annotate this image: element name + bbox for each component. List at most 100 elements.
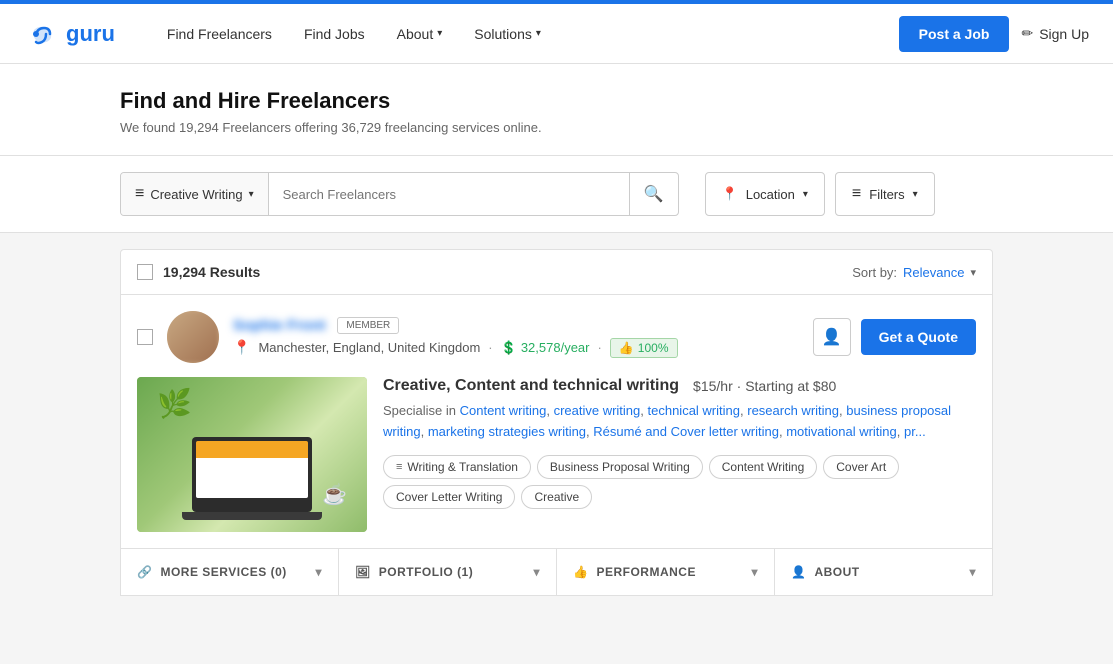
freelancer-info: Sophie Front MEMBER 📍 Manchester, Englan… [233, 317, 813, 358]
tag-cover-art[interactable]: Cover Art [823, 455, 899, 479]
resume-link[interactable]: Résumé and Cover letter writing [593, 424, 779, 439]
results-header: 19,294 Results Sort by: Relevance ▾ [120, 249, 993, 295]
header-actions: Post a Job ✏ Sign Up [899, 16, 1089, 52]
person-icon: 👤 [791, 565, 806, 579]
research-writing-link[interactable]: research writing [747, 403, 839, 418]
about-chevron-icon: ▾ [437, 28, 442, 39]
main-nav: Find Freelancers Find Jobs About ▾ Solut… [155, 18, 899, 50]
separator2: · [598, 340, 602, 355]
page-title: Find and Hire Freelancers [120, 88, 993, 114]
freelancer-name[interactable]: Sophie Front [233, 317, 326, 334]
search-bar: ≡ Creative Writing ▾ 🔍 [120, 172, 679, 216]
filter-group: 📍 Location ▾ ≡ Filters ▾ [705, 172, 935, 216]
service-title: Creative, Content and technical writing … [383, 377, 976, 395]
freelancer-card: Sophie Front MEMBER 📍 Manchester, Englan… [120, 295, 993, 549]
mug-decoration: ☕ [322, 482, 347, 507]
sort-by: Sort by: Relevance ▾ [852, 265, 976, 280]
sort-chevron-icon: ▾ [970, 266, 976, 279]
earnings-icon: 💲 [501, 340, 517, 356]
solutions-chevron-icon: ▾ [536, 28, 541, 39]
member-badge: MEMBER [337, 317, 399, 334]
service-description: Specialise in Content writing, creative … [383, 401, 976, 443]
subtitle: We found 19,294 Freelancers offering 36,… [120, 120, 993, 135]
location-filter[interactable]: 📍 Location ▾ [705, 172, 825, 216]
tag-writing-translation[interactable]: ≡ Writing & Translation [383, 455, 531, 479]
header: guru Find Freelancers Find Jobs About ▾ … [0, 4, 1113, 64]
more-services-left: 🔗 MORE SERVICES (0) [137, 565, 287, 579]
location-chevron-icon: ▾ [803, 189, 808, 200]
about-left: 👤 ABOUT [791, 565, 860, 579]
results-count: 19,294 Results [137, 264, 260, 280]
more-services-chevron: ▾ [315, 565, 322, 579]
add-to-list-button[interactable]: 👤 [813, 318, 851, 356]
portfolio-bar[interactable]: 🖼 PORTFOLIO (1) ▾ [339, 549, 557, 595]
card-header: Sophie Front MEMBER 📍 Manchester, Englan… [137, 311, 976, 363]
tag-business-proposal[interactable]: Business Proposal Writing [537, 455, 703, 479]
filters-icon: ≡ [852, 185, 861, 203]
hero-section: Find and Hire Freelancers We found 19,29… [0, 64, 1113, 156]
add-person-icon: 👤 [822, 327, 842, 347]
thumbs-up-icon: 👍 [619, 341, 634, 355]
image-icon: 🖼 [355, 565, 371, 579]
rating-badge: 👍 100% [610, 338, 678, 358]
plant-decoration: 🌿 [157, 387, 192, 420]
nav-find-freelancers[interactable]: Find Freelancers [155, 18, 284, 50]
nav-solutions[interactable]: Solutions ▾ [462, 18, 553, 50]
search-input[interactable] [269, 173, 629, 215]
logo[interactable]: guru [24, 16, 115, 52]
link-icon: 🔗 [137, 565, 152, 579]
laptop-shape [192, 437, 312, 512]
laptop-base [182, 512, 322, 520]
separator: · [488, 340, 492, 355]
tag-creative[interactable]: Creative [521, 485, 592, 509]
more-link[interactable]: pr... [904, 424, 926, 439]
content-writing-link[interactable]: Content writing [460, 403, 547, 418]
search-button[interactable]: 🔍 [629, 173, 678, 215]
post-job-button[interactable]: Post a Job [899, 16, 1010, 52]
card-actions: 👤 Get a Quote [813, 318, 976, 356]
expand-bars: 🔗 MORE SERVICES (0) ▾ 🖼 PORTFOLIO (1) ▾ … [120, 549, 993, 596]
about-chevron: ▾ [969, 565, 976, 579]
marketing-strategies-link[interactable]: marketing strategies writing [428, 424, 586, 439]
service-section: 🌿 ☕ Creative, Content and technical writ… [137, 377, 976, 532]
tag-icon: ≡ [396, 461, 402, 473]
results-area: 19,294 Results Sort by: Relevance ▾ Soph… [0, 233, 1113, 612]
more-services-bar[interactable]: 🔗 MORE SERVICES (0) ▾ [121, 549, 339, 595]
creative-writing-link[interactable]: creative writing [554, 403, 641, 418]
logo-text: guru [66, 21, 115, 47]
category-chevron-icon: ▾ [249, 189, 254, 200]
filters-chevron-icon: ▾ [913, 189, 918, 200]
portfolio-chevron: ▾ [533, 565, 540, 579]
about-bar[interactable]: 👤 ABOUT ▾ [775, 549, 992, 595]
avatar [167, 311, 219, 363]
edit-icon: ✏ [1021, 25, 1033, 42]
portfolio-left: 🖼 PORTFOLIO (1) [355, 565, 473, 579]
select-all-checkbox[interactable] [137, 264, 153, 280]
service-image[interactable]: 🌿 ☕ [137, 377, 367, 532]
freelancer-earnings: 💲 32,578/year [501, 340, 590, 356]
technical-writing-link[interactable]: technical writing [648, 403, 741, 418]
search-section: ≡ Creative Writing ▾ 🔍 📍 Location ▾ ≡ Fi… [0, 156, 1113, 233]
tag-cover-letter[interactable]: Cover Letter Writing [383, 485, 515, 509]
get-quote-button[interactable]: Get a Quote [861, 319, 976, 355]
motivational-writing-link[interactable]: motivational writing [786, 424, 897, 439]
freelancer-location: Manchester, England, United Kingdom [258, 340, 480, 355]
tags-container: ≡ Writing & Translation Business Proposa… [383, 455, 976, 509]
performance-left: 👍 PERFORMANCE [573, 565, 696, 579]
tag-content-writing[interactable]: Content Writing [709, 455, 817, 479]
category-dropdown[interactable]: ≡ Creative Writing ▾ [121, 173, 269, 215]
sort-value[interactable]: Relevance [903, 265, 964, 280]
service-rate: $15/hr · Starting at $80 [693, 378, 836, 394]
sign-up-button[interactable]: ✏ Sign Up [1021, 25, 1089, 42]
filters-button[interactable]: ≡ Filters ▾ [835, 172, 935, 216]
location-icon: 📍 [233, 339, 250, 356]
freelancer-checkbox[interactable] [137, 329, 153, 345]
nav-find-jobs[interactable]: Find Jobs [292, 18, 377, 50]
nav-about[interactable]: About ▾ [385, 18, 455, 50]
freelancer-meta: 📍 Manchester, England, United Kingdom · … [233, 338, 813, 358]
performance-bar[interactable]: 👍 PERFORMANCE ▾ [557, 549, 775, 595]
category-icon: ≡ [135, 185, 144, 203]
service-details: Creative, Content and technical writing … [383, 377, 976, 532]
search-icon: 🔍 [644, 186, 664, 203]
performance-chevron: ▾ [751, 565, 758, 579]
